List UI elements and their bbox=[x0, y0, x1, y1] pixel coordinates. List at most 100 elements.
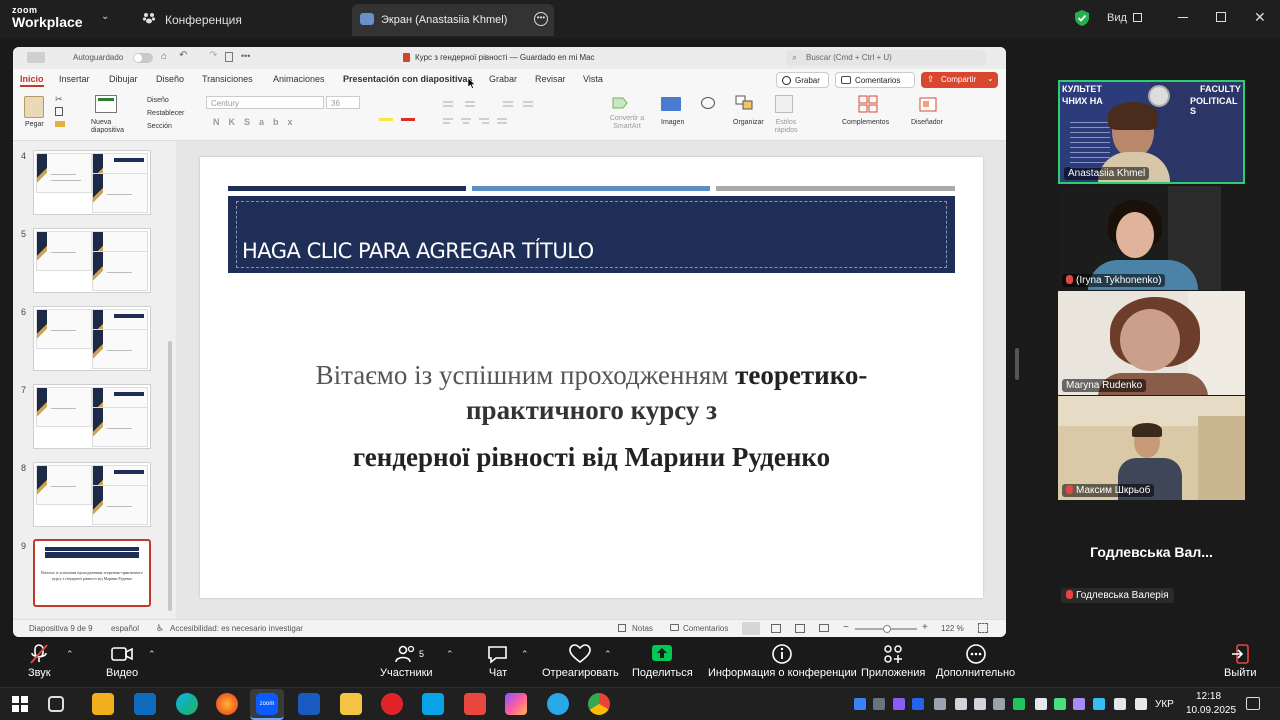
addins-button[interactable]: Complementos bbox=[842, 119, 889, 126]
opera-icon[interactable] bbox=[381, 693, 403, 715]
wifi-icon[interactable] bbox=[1114, 698, 1126, 710]
leave-button[interactable]: Выйти bbox=[1224, 643, 1257, 679]
tray-app-icon[interactable] bbox=[873, 698, 885, 710]
tab-diseno[interactable]: Diseño bbox=[156, 74, 184, 84]
paste-button[interactable]: Pegar bbox=[25, 121, 44, 128]
skype-icon[interactable] bbox=[422, 693, 444, 715]
clock-date[interactable]: 10.09.2025 bbox=[1186, 705, 1236, 716]
notifications-icon[interactable] bbox=[1246, 697, 1260, 710]
volume-icon[interactable] bbox=[993, 698, 1005, 710]
minimize-icon[interactable] bbox=[1178, 17, 1188, 18]
video-tile-maksym[interactable]: Максим Шкрьоб bbox=[1058, 396, 1245, 500]
sidebar-toggle-icon[interactable] bbox=[27, 52, 45, 63]
fit-slide-icon[interactable] bbox=[978, 623, 988, 633]
shapes-icon[interactable] bbox=[701, 97, 715, 109]
redo-icon[interactable]: ↷ bbox=[209, 50, 217, 61]
addins-icon[interactable] bbox=[858, 95, 878, 113]
zoom-out-icon[interactable]: − bbox=[843, 622, 849, 633]
slide-thumbnail-7[interactable] bbox=[33, 384, 151, 449]
record-button[interactable]: Grabar bbox=[776, 72, 829, 88]
security-icon[interactable] bbox=[1013, 698, 1025, 710]
font-color-icon[interactable] bbox=[401, 118, 415, 121]
share-screen-button[interactable]: Поделиться bbox=[632, 643, 693, 679]
chevron-up-icon[interactable]: ⌃ bbox=[446, 649, 454, 660]
chevron-up-icon[interactable]: ⌃ bbox=[66, 649, 74, 660]
quick-styles-icon[interactable] bbox=[775, 95, 793, 113]
close-icon[interactable]: ✕ bbox=[1254, 9, 1266, 26]
more-icon[interactable]: ••• bbox=[241, 51, 250, 61]
chat-button[interactable]: Чат bbox=[486, 643, 510, 679]
windows-start-icon[interactable] bbox=[12, 696, 28, 712]
store-icon[interactable] bbox=[92, 693, 114, 715]
slide-thumbnail-4[interactable] bbox=[33, 150, 151, 215]
zoom-level[interactable]: 122 % bbox=[941, 624, 964, 633]
chevron-up-icon[interactable]: ⌃ bbox=[521, 649, 529, 660]
video-tile-maryna[interactable]: Maryna Rudenko bbox=[1058, 291, 1245, 395]
tab-insertar[interactable]: Insertar bbox=[59, 74, 90, 84]
bluetooth-icon[interactable] bbox=[854, 698, 866, 710]
tray-app-icon[interactable] bbox=[1093, 698, 1105, 710]
tab-transiciones[interactable]: Transiciones bbox=[202, 74, 253, 84]
font-size-select[interactable]: 36 bbox=[326, 96, 360, 109]
meeting-info-button[interactable]: Информация о конференции bbox=[708, 643, 857, 679]
chevron-up-icon[interactable]: ⌃ bbox=[604, 649, 612, 660]
notes-button[interactable]: Notas bbox=[632, 624, 653, 633]
tab-animaciones[interactable]: Animaciones bbox=[273, 74, 325, 84]
document-title[interactable]: Курс з гендерної рівності — Guardado en … bbox=[415, 53, 595, 62]
format-painter-icon[interactable] bbox=[55, 121, 65, 127]
video-button[interactable]: Видео bbox=[106, 643, 138, 679]
image-icon[interactable] bbox=[661, 97, 681, 111]
video-tile-iryna[interactable]: (Iryna Tykhonenko) bbox=[1058, 186, 1221, 290]
zoom-tray-icon[interactable] bbox=[912, 698, 924, 710]
sorter-view-icon[interactable] bbox=[771, 624, 781, 633]
slideshow-icon[interactable] bbox=[819, 624, 829, 632]
zoom-slider[interactable] bbox=[855, 625, 917, 633]
tray-app-icon[interactable] bbox=[1054, 698, 1066, 710]
screen-share-tab[interactable]: Экран (Anastasiia Khmel) ••• bbox=[352, 4, 554, 36]
autosave-toggle[interactable] bbox=[133, 53, 153, 63]
organize-button[interactable]: Organizar bbox=[733, 119, 764, 126]
tray-app-icon[interactable] bbox=[1035, 698, 1047, 710]
current-slide[interactable]: HAGA CLIC PARA AGREGAR TÍTULO Вітаємо із… bbox=[200, 157, 983, 598]
tray-app-icon[interactable] bbox=[955, 698, 967, 710]
zoom-taskbar-active[interactable]: zoom bbox=[250, 689, 284, 720]
reading-view-icon[interactable] bbox=[795, 624, 805, 633]
language-label[interactable]: español bbox=[111, 624, 139, 633]
chevron-down-icon[interactable]: ⌄ bbox=[101, 11, 109, 22]
comments-status-button[interactable]: Comentarios bbox=[683, 624, 728, 633]
participants-button[interactable]: Участники bbox=[380, 643, 433, 679]
designer-icon[interactable] bbox=[919, 95, 939, 113]
arrange-icon[interactable] bbox=[735, 95, 755, 113]
edge-icon[interactable] bbox=[176, 693, 198, 715]
normal-view-button[interactable] bbox=[742, 622, 760, 635]
tab-presentacion[interactable]: Presentación con diapositivas bbox=[343, 74, 473, 84]
chrome-icon[interactable] bbox=[588, 693, 610, 715]
tab-inicio[interactable]: Inicio bbox=[20, 74, 44, 87]
thumb-scrollbar[interactable] bbox=[168, 341, 172, 611]
tab-revisar[interactable]: Revisar bbox=[535, 74, 566, 84]
quick-styles-button[interactable]: Estilos rápidos bbox=[771, 119, 801, 135]
designer-button[interactable]: Diseñador bbox=[911, 119, 943, 126]
home-icon[interactable]: ⌂ bbox=[161, 51, 167, 62]
font-format-icons[interactable]: NKSabx bbox=[213, 117, 302, 127]
share-button[interactable]: ⇪ Compartir ⌄ bbox=[921, 72, 998, 88]
telegram-icon[interactable] bbox=[547, 693, 569, 715]
tray-app-icon[interactable] bbox=[974, 698, 986, 710]
tab-grabar[interactable]: Grabar bbox=[489, 74, 517, 84]
image-button[interactable]: Imagen bbox=[661, 119, 684, 126]
slide-thumbnail-5[interactable] bbox=[33, 228, 151, 293]
more-options-icon[interactable]: ••• bbox=[534, 12, 548, 26]
section-button[interactable]: Sección bbox=[147, 123, 172, 130]
highlight-icon[interactable] bbox=[379, 118, 393, 121]
tray-app-icon[interactable] bbox=[893, 698, 905, 710]
layout-button[interactable]: Diseño bbox=[147, 97, 169, 104]
outlook-icon[interactable] bbox=[134, 693, 156, 715]
comments-button[interactable]: Comentarios bbox=[835, 72, 915, 88]
apps-button[interactable]: Приложения bbox=[861, 643, 925, 679]
copilot-icon[interactable] bbox=[505, 693, 527, 715]
battery-icon[interactable] bbox=[1135, 698, 1147, 710]
slide-thumbnail-9[interactable]: Вітаємо із успішним проходженням теорети… bbox=[33, 539, 151, 607]
convert-smartart-button[interactable]: Convertir a SmartArt bbox=[607, 115, 647, 131]
wps-icon[interactable] bbox=[464, 693, 486, 715]
new-doc-icon[interactable] bbox=[225, 52, 233, 62]
